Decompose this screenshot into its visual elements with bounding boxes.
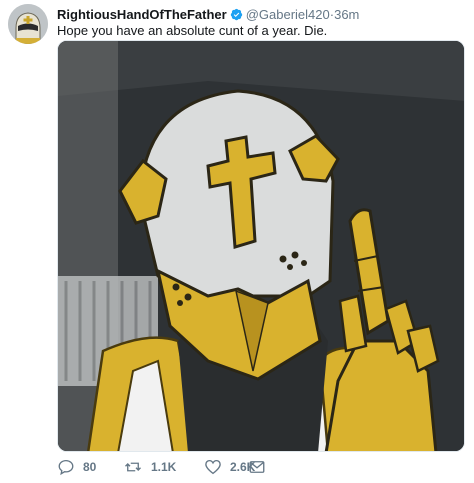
retweet-count: 1.1K [151, 460, 177, 474]
reply-button[interactable]: 80 [57, 456, 96, 478]
helmet-avatar-icon [8, 4, 48, 44]
user-avatar[interactable] [8, 4, 48, 44]
tweet-media-image[interactable] [57, 40, 465, 452]
user-handle[interactable]: @Gaberiel420 [246, 7, 330, 22]
retweet-icon [125, 462, 141, 472]
tweet-timestamp[interactable]: 36m [334, 7, 359, 22]
heart-icon [205, 459, 221, 475]
tweet: RightiousHandOfTheFather @Gaberiel420·36m… [0, 0, 474, 483]
verified-badge-icon [230, 8, 243, 21]
reply-count: 80 [83, 460, 97, 474]
tweet-actions: 80 1.1K 2.6K [57, 456, 465, 478]
retweet-button[interactable]: 1.1K [123, 456, 176, 478]
reply-icon [58, 459, 74, 476]
crusader-knight-drawing-icon [58, 41, 464, 451]
tweet-text: Hope you have an absolute cunt of a year… [57, 23, 328, 38]
envelope-icon [249, 461, 265, 473]
display-name[interactable]: RightiousHandOfTheFather [57, 7, 227, 22]
direct-message-button[interactable] [248, 456, 266, 478]
